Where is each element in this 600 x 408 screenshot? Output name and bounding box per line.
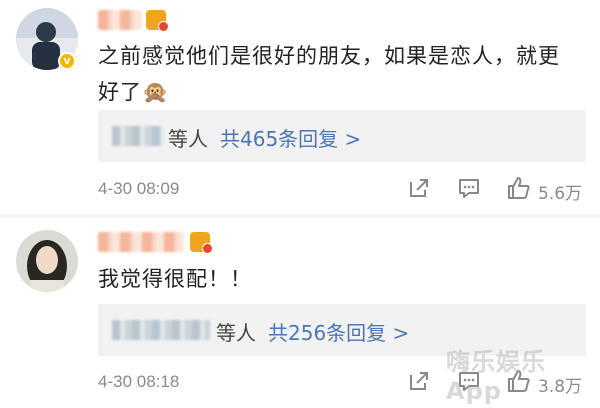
- reply-users-blurred: [112, 320, 210, 340]
- comment-item: v 之前感觉他们是很好的朋友，如果是恋人，就更好了🙊 等人 共465条回复 > …: [0, 0, 600, 214]
- comment-time: 4-30 08:09: [98, 179, 180, 198]
- share-icon[interactable]: [406, 175, 432, 201]
- level-badge-icon: [190, 232, 213, 254]
- replies-who: 等人: [216, 321, 256, 345]
- like-count: 5.6万: [538, 184, 583, 204]
- level-badge-icon: [146, 10, 169, 32]
- replies-more-link[interactable]: 共465条回复 >: [220, 123, 361, 152]
- comment-text: 我觉得很配！！: [98, 267, 252, 291]
- comment-text: 之前感觉他们是很好的朋友，如果是恋人，就更好了🙊: [98, 44, 560, 104]
- replies-more-link[interactable]: 共256条回复 >: [268, 317, 409, 346]
- username-blurred[interactable]: [98, 232, 184, 252]
- replies-box[interactable]: 等人 共465条回复 >: [98, 110, 586, 162]
- avatar-image: [16, 230, 78, 292]
- verified-badge-icon: v: [58, 52, 76, 70]
- comment-time: 4-30 08:18: [98, 372, 180, 391]
- share-icon[interactable]: [406, 368, 432, 394]
- avatar[interactable]: [16, 230, 78, 292]
- comment-footer: 4-30 08:09 5.6万: [98, 175, 586, 205]
- replies-who: 等人: [168, 127, 208, 151]
- watermark: 嗨乐娱乐App: [446, 348, 546, 405]
- comment-icon[interactable]: [456, 175, 482, 201]
- reply-users-blurred: [112, 126, 164, 146]
- username-blurred[interactable]: [98, 10, 142, 30]
- like-icon[interactable]: [506, 175, 532, 201]
